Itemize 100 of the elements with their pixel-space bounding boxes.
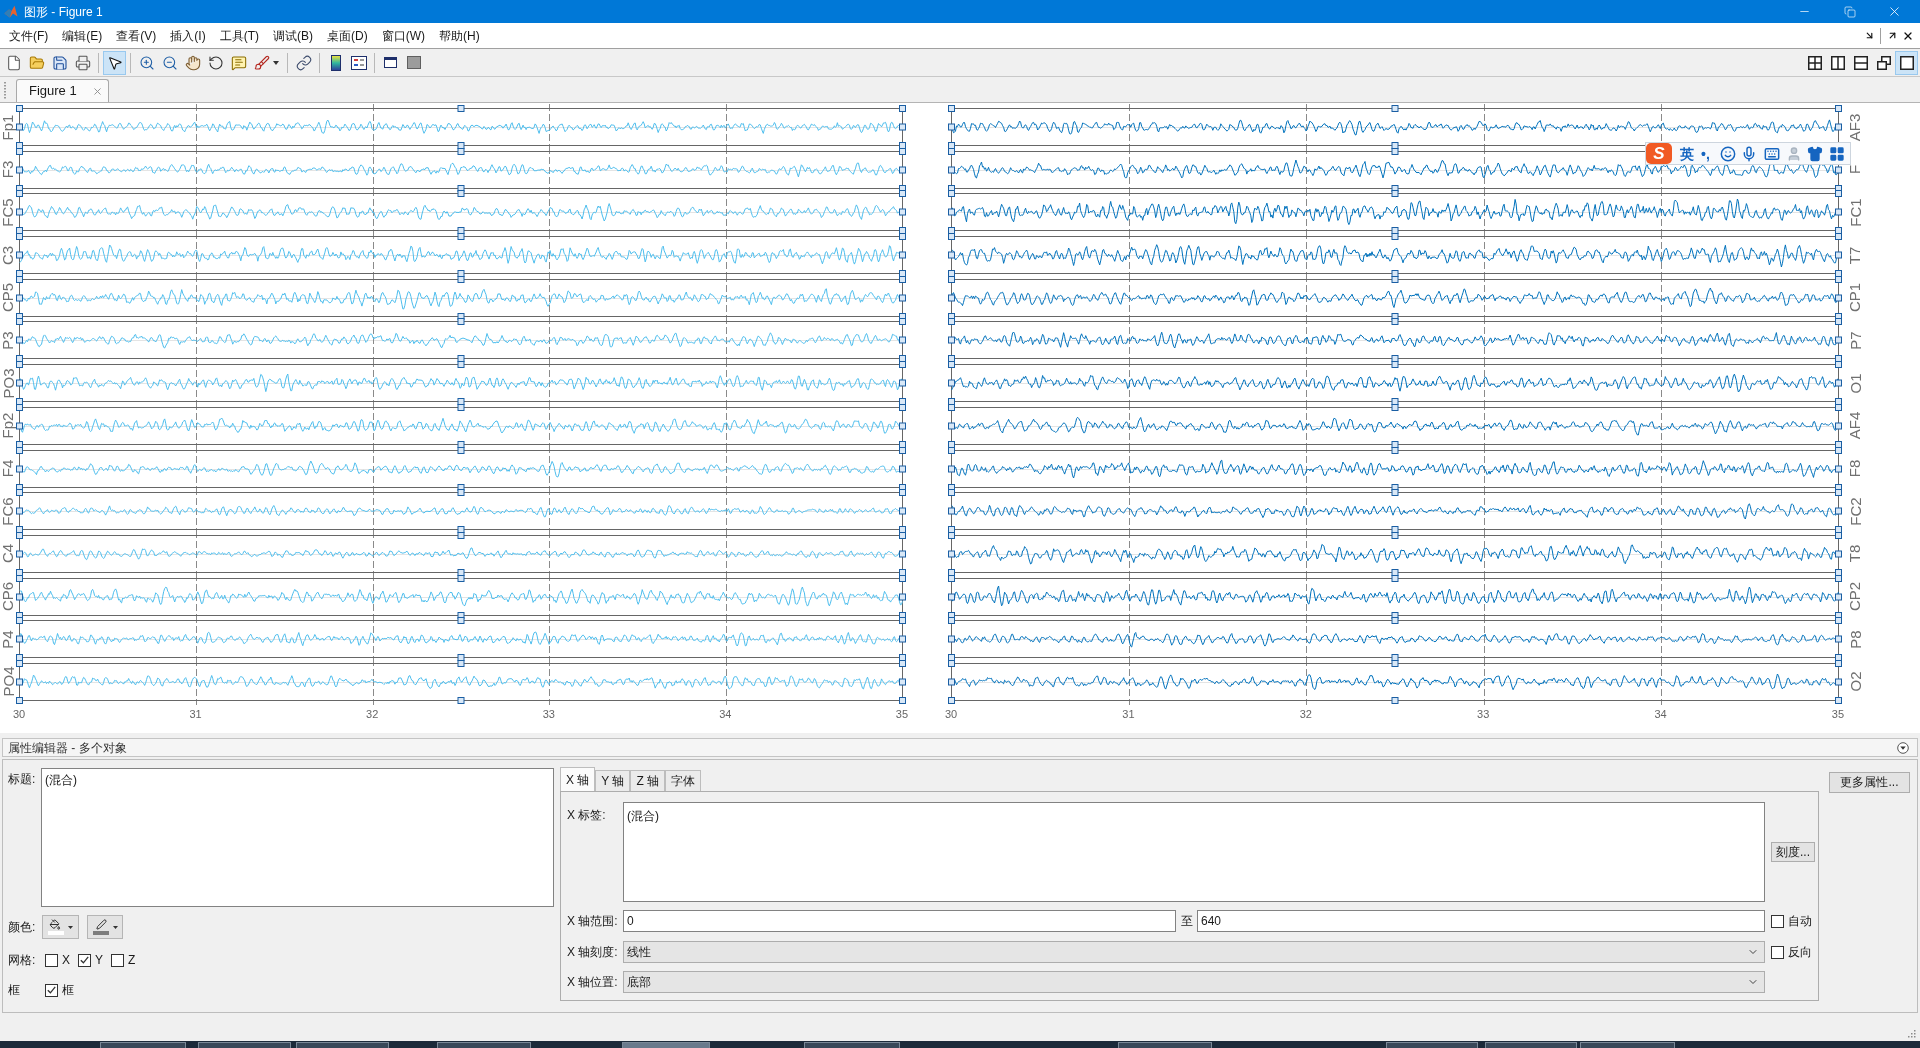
selection-handle-icon[interactable] [948,251,955,259]
menu-item[interactable]: 插入(I) [163,24,213,47]
menu-item[interactable]: 帮助(H) [432,24,487,47]
menu-item[interactable]: 调试(B) [266,24,320,47]
line-color-button[interactable] [87,915,123,939]
taskbar-button[interactable] [198,1042,291,1048]
selection-handle-icon[interactable] [1835,208,1842,216]
menu-item[interactable]: 编辑(E) [55,24,110,47]
selection-handle-icon[interactable] [948,507,955,515]
selection-handle-icon[interactable] [1835,251,1842,259]
selection-handle-icon[interactable] [1391,696,1399,704]
selection-handle-icon[interactable] [16,208,23,216]
selection-handle-icon[interactable] [948,465,955,472]
selection-handle-icon[interactable] [899,166,906,174]
selection-handle-icon[interactable] [16,123,23,131]
menu-item[interactable]: 工具(T) [212,24,266,47]
taskbar-button[interactable] [1118,1042,1212,1048]
selection-handle-icon[interactable] [1835,550,1842,558]
selection-handle-icon[interactable] [16,678,23,686]
selection-handle-icon[interactable] [899,696,906,704]
selection-handle-icon[interactable] [1835,635,1842,643]
selection-handle-icon[interactable] [16,465,23,472]
menu-item[interactable]: 窗口(W) [374,24,432,47]
selection-handle-icon[interactable] [899,593,906,601]
shirt-icon[interactable] [1806,145,1823,162]
selection-handle-icon[interactable] [899,550,906,558]
selection-handle-icon[interactable] [1835,465,1842,472]
selection-handle-icon[interactable] [1835,696,1842,704]
selection-handle-icon[interactable] [16,251,23,259]
selection-handle-icon[interactable] [948,422,955,430]
more-properties-button[interactable]: 更多属性... [1829,771,1910,793]
selection-handle-icon[interactable] [16,336,23,344]
x-scale-dropdown[interactable]: 线性 [623,941,1765,963]
selection-handle-icon[interactable] [1835,678,1842,686]
taskbar-button[interactable] [1485,1042,1577,1048]
selection-handle-icon[interactable] [948,105,955,112]
axis-tab[interactable]: X 轴 [560,767,596,791]
selection-handle-icon[interactable] [948,635,955,643]
selection-handle-icon[interactable] [948,678,955,686]
selection-handle-icon[interactable] [948,166,955,174]
taskbar-button[interactable] [1386,1042,1478,1048]
x-label-field[interactable]: (混合) [623,802,1765,902]
selection-handle-icon[interactable] [899,336,906,344]
selection-handle-icon[interactable] [899,678,906,686]
selection-handle-icon[interactable] [948,294,955,302]
selection-handle-icon[interactable] [948,379,955,387]
selection-handle-icon[interactable] [948,696,955,704]
selection-handle-icon[interactable] [457,105,465,112]
selection-handle-icon[interactable] [899,105,906,112]
selection-handle-icon[interactable] [16,105,23,112]
selection-handle-icon[interactable] [1835,593,1842,601]
grid-icon[interactable] [1828,145,1845,162]
checkbox[interactable] [111,953,125,967]
fill-color-button[interactable] [42,915,79,939]
x-location-dropdown[interactable]: 底部 [623,971,1765,993]
selection-handle-icon[interactable] [948,550,955,558]
selection-handle-icon[interactable] [948,208,955,216]
selection-handle-icon[interactable] [1391,105,1399,112]
selection-handle-icon[interactable] [1835,336,1842,344]
checkbox[interactable] [1771,914,1784,928]
taskbar-button[interactable] [804,1042,900,1048]
taskbar-button[interactable] [100,1042,186,1048]
selection-handle-icon[interactable] [899,465,906,472]
title-field[interactable]: (混合) [41,768,554,907]
selection-handle-icon[interactable] [16,294,23,302]
selection-handle-icon[interactable] [899,379,906,387]
selection-handle-icon[interactable] [16,422,23,430]
selection-handle-icon[interactable] [1835,105,1842,112]
menu-item[interactable]: 桌面(D) [320,24,375,47]
selection-handle-icon[interactable] [899,507,906,515]
selection-handle-icon[interactable] [16,379,23,387]
selection-handle-icon[interactable] [948,123,955,131]
selection-handle-icon[interactable] [16,507,23,515]
selection-handle-icon[interactable] [948,336,955,344]
selection-handle-icon[interactable] [948,593,955,601]
checkbox[interactable] [78,953,91,967]
selection-handle-icon[interactable] [16,550,23,558]
x-min-field[interactable]: 0 [623,910,1176,932]
taskbar-button[interactable] [1580,1042,1675,1048]
selection-handle-icon[interactable] [1835,422,1842,430]
selection-handle-icon[interactable] [1835,294,1842,302]
selection-handle-icon[interactable] [899,635,906,643]
resize-grip-icon[interactable] [1907,1029,1916,1038]
selection-handle-icon[interactable] [1835,379,1842,387]
x-max-field[interactable]: 640 [1197,910,1765,932]
input-mode-toggle[interactable]: 英 [1680,145,1694,162]
axis-tab[interactable]: Z 轴 [630,770,666,791]
selection-handle-icon[interactable] [16,696,23,704]
menu-item[interactable]: 查看(V) [109,24,164,47]
selection-handle-icon[interactable] [899,123,906,131]
taskbar-button[interactable] [296,1042,389,1048]
punctuation-toggle[interactable]: •, [1701,145,1710,162]
checkbox[interactable] [45,953,58,967]
keyboard-icon[interactable] [1763,145,1780,162]
axis-tab[interactable]: 字体 [665,770,702,791]
selection-handle-icon[interactable] [16,635,23,643]
layout-button[interactable] [1895,50,1918,75]
selection-handle-icon[interactable] [16,166,23,174]
selection-handle-icon[interactable] [1835,166,1842,174]
checkbox[interactable] [45,983,58,997]
